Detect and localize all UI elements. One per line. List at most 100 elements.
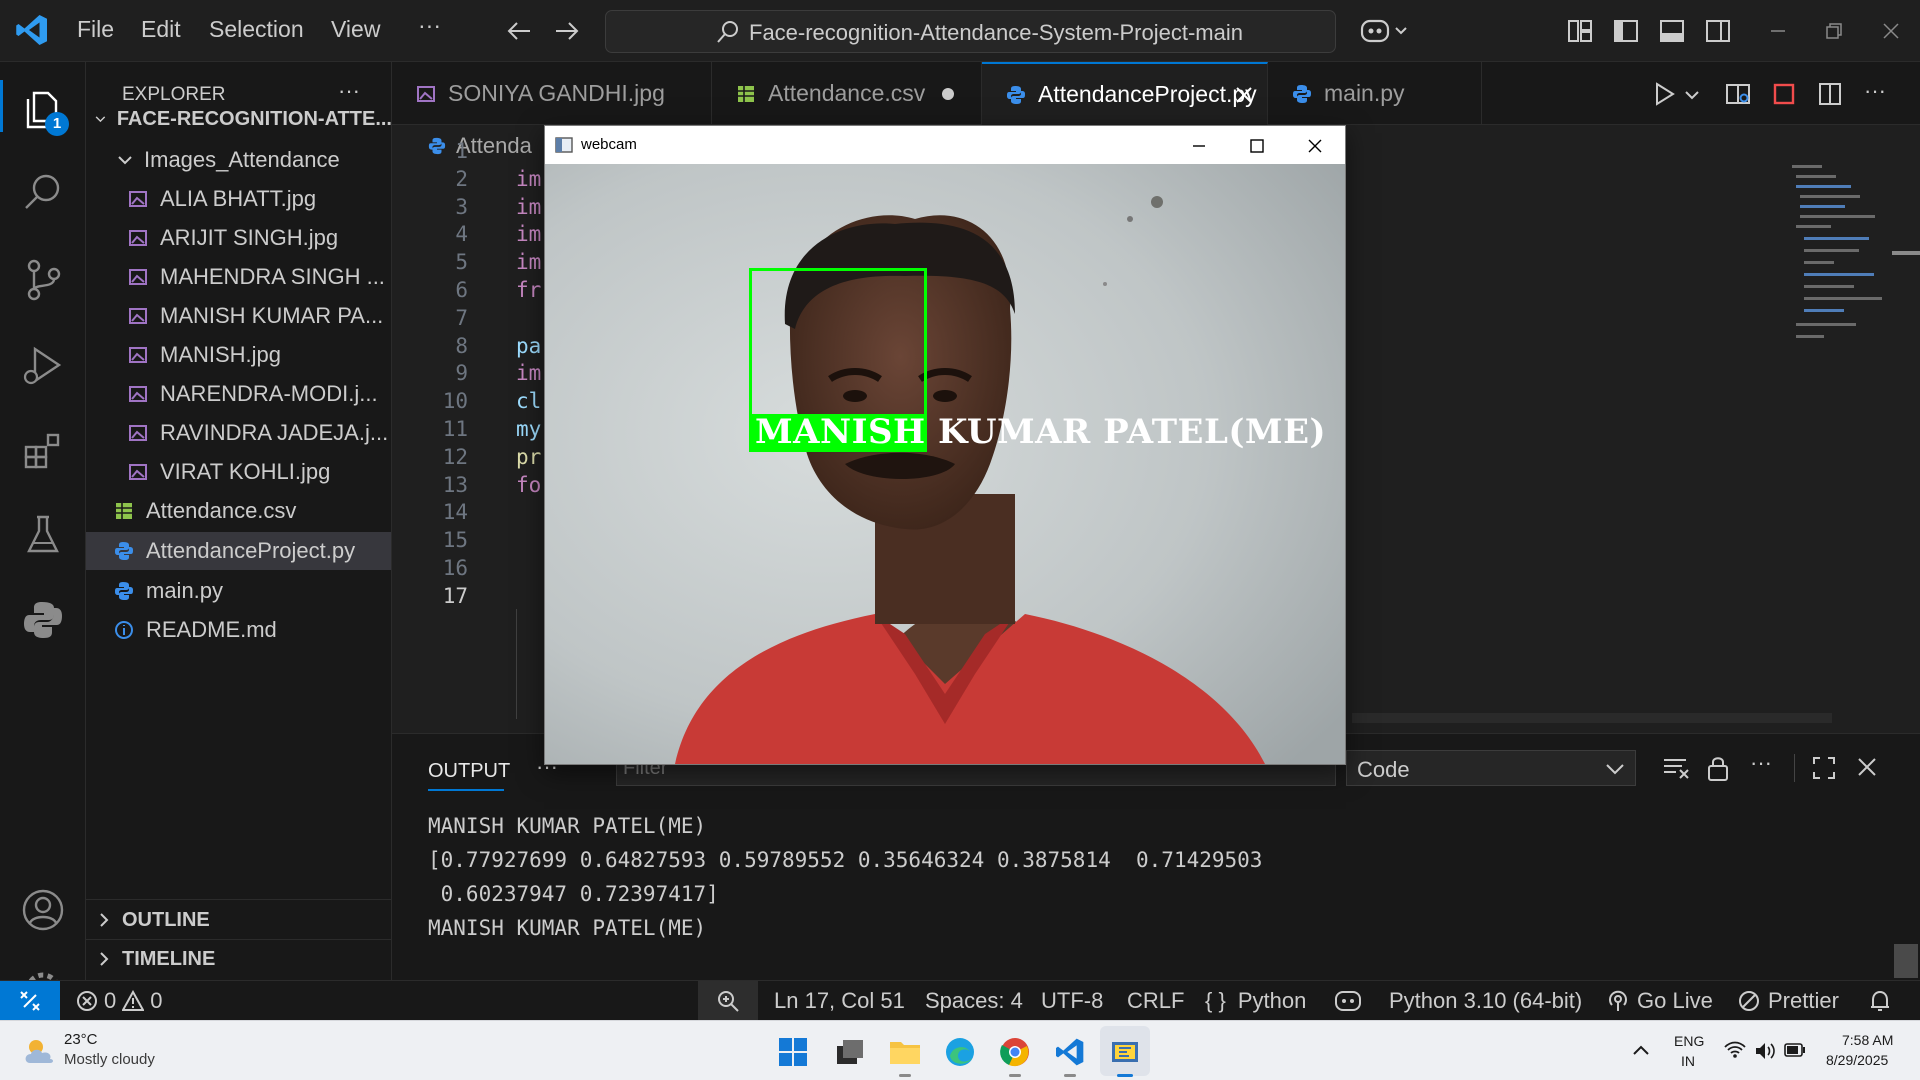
- file-item[interactable]: NARENDRA-MODI.j...: [86, 375, 391, 413]
- run-python-file-icon[interactable]: [1654, 82, 1676, 106]
- prettier-button[interactable]: Prettier: [1738, 988, 1839, 1014]
- folder-images-attendance[interactable]: Images_Attendance: [86, 141, 391, 179]
- webcam-window[interactable]: webcam MANISH KUMAR PATEL(ME): [544, 125, 1346, 765]
- explorer-activity[interactable]: 1: [0, 72, 86, 142]
- file-item[interactable]: main.py: [86, 572, 391, 610]
- extensions-activity[interactable]: [0, 415, 86, 485]
- minimize-icon[interactable]: [1767, 20, 1789, 42]
- outline-section[interactable]: OUTLINE: [86, 901, 391, 939]
- tab-main-py[interactable]: main.py: [1268, 62, 1482, 125]
- stop-icon[interactable]: [1772, 82, 1796, 106]
- split-editor-icon[interactable]: [1818, 82, 1842, 106]
- output-channel-select[interactable]: Code: [1346, 750, 1636, 786]
- toggle-secondary-sidebar-icon[interactable]: [1705, 19, 1731, 43]
- copilot-icon[interactable]: [1360, 17, 1408, 45]
- scrollbar-thumb[interactable]: [1892, 251, 1920, 255]
- chevron-up-icon[interactable]: [1632, 1043, 1650, 1057]
- file-item[interactable]: ARIJIT SINGH.jpg: [86, 219, 391, 257]
- close-icon[interactable]: [1307, 138, 1323, 154]
- timeline-section[interactable]: TIMELINE: [86, 940, 391, 978]
- close-window-icon[interactable]: [1880, 20, 1902, 42]
- file-item[interactable]: README.md: [86, 611, 391, 649]
- command-center-search[interactable]: Face-recognition-Attendance-System-Proje…: [605, 10, 1336, 53]
- chrome-browser-icon[interactable]: [999, 1036, 1031, 1068]
- indentation[interactable]: Spaces: 4: [925, 988, 1023, 1014]
- editor-more-button[interactable]: ···: [1864, 78, 1886, 104]
- end-of-line[interactable]: CRLF: [1127, 988, 1184, 1014]
- tab-attendance-csv[interactable]: Attendance.csv: [712, 62, 982, 125]
- open-preview-icon[interactable]: [1725, 81, 1751, 107]
- python-interpreter[interactable]: Python 3.10 (64-bit): [1389, 988, 1582, 1014]
- edge-browser-icon[interactable]: [944, 1036, 976, 1068]
- weather-temperature[interactable]: 23°C: [64, 1031, 98, 1048]
- search-activity[interactable]: [0, 157, 86, 227]
- remote-indicator[interactable]: [0, 981, 60, 1021]
- file-item[interactable]: MANISH KUMAR PA...: [86, 297, 391, 335]
- file-item[interactable]: VIRAT KOHLI.jpg: [86, 453, 391, 491]
- tab-attendance-project[interactable]: AttendanceProject.py: [982, 62, 1268, 125]
- python-activity[interactable]: [0, 585, 86, 655]
- minimap[interactable]: [1792, 165, 1892, 395]
- file-item[interactable]: RAVINDRA JADEJA.j...: [86, 414, 391, 452]
- panel-actions-more[interactable]: ···: [1750, 750, 1772, 776]
- customize-layout-icon[interactable]: [1567, 19, 1593, 43]
- minimize-icon[interactable]: [1191, 138, 1207, 154]
- file-explorer-icon[interactable]: [889, 1036, 921, 1066]
- close-tab-icon[interactable]: [1234, 85, 1254, 105]
- menu-more[interactable]: ···: [418, 12, 441, 39]
- encoding[interactable]: UTF-8: [1041, 988, 1103, 1014]
- menu-file[interactable]: File: [77, 16, 114, 43]
- vscode-taskbar-icon[interactable]: [1054, 1036, 1086, 1068]
- zoom-indicator[interactable]: [698, 981, 758, 1021]
- maximize-icon[interactable]: [1249, 138, 1265, 154]
- cursor-position[interactable]: Ln 17, Col 51: [774, 988, 905, 1014]
- copilot-status-icon[interactable]: [1334, 989, 1362, 1013]
- webcam-title-bar[interactable]: webcam: [545, 126, 1345, 164]
- tab-output[interactable]: OUTPUT: [428, 760, 510, 783]
- weather-condition[interactable]: Mostly cloudy: [64, 1051, 155, 1068]
- wifi-icon[interactable]: [1724, 1041, 1746, 1059]
- lock-icon[interactable]: [1706, 754, 1730, 782]
- file-item-selected[interactable]: AttendanceProject.py: [86, 532, 391, 570]
- input-region[interactable]: IN: [1681, 1053, 1695, 1069]
- clock-date[interactable]: 8/29/2025: [1826, 1052, 1888, 1068]
- volume-icon[interactable]: [1754, 1041, 1776, 1061]
- back-arrow-icon[interactable]: [506, 19, 532, 43]
- battery-icon[interactable]: [1784, 1043, 1806, 1057]
- task-view-icon[interactable]: [835, 1038, 865, 1066]
- forward-arrow-icon[interactable]: [554, 19, 580, 43]
- menu-edit[interactable]: Edit: [141, 16, 181, 43]
- close-panel-icon[interactable]: [1856, 756, 1878, 778]
- run-debug-activity[interactable]: [0, 330, 86, 400]
- clear-output-icon[interactable]: [1662, 756, 1690, 780]
- file-item[interactable]: MAHENDRA SINGH ...: [86, 258, 391, 296]
- input-language[interactable]: ENG: [1674, 1033, 1704, 1049]
- language-mode[interactable]: { } Python: [1205, 988, 1306, 1014]
- line-number: 6: [455, 278, 468, 302]
- unsaved-dot-icon[interactable]: [942, 88, 954, 100]
- clock-time[interactable]: 7:58 AM: [1842, 1032, 1893, 1048]
- toggle-primary-sidebar-icon[interactable]: [1613, 19, 1639, 43]
- workspace-root[interactable]: FACE-RECOGNITION-ATTE...: [86, 100, 391, 138]
- problems-indicator[interactable]: 0 0: [76, 988, 163, 1014]
- menu-selection[interactable]: Selection: [209, 16, 304, 43]
- tab-soniya-gandhi[interactable]: SONIYA GANDHI.jpg: [392, 62, 712, 125]
- toggle-panel-icon[interactable]: [1659, 19, 1685, 43]
- chevron-down-icon[interactable]: [1684, 89, 1700, 101]
- go-live-button[interactable]: Go Live: [1607, 988, 1713, 1014]
- accounts-activity[interactable]: [0, 875, 86, 945]
- file-item[interactable]: ALIA BHATT.jpg: [86, 180, 391, 218]
- explorer-badge: 1: [45, 112, 69, 136]
- weather-cloudy-icon[interactable]: [22, 1035, 58, 1067]
- menu-view[interactable]: View: [331, 16, 380, 43]
- horizontal-scrollbar[interactable]: [1352, 713, 1832, 723]
- output-scrollbar[interactable]: [1894, 944, 1918, 978]
- windows-start-icon[interactable]: [779, 1038, 807, 1066]
- source-control-activity[interactable]: [0, 245, 86, 315]
- testing-activity[interactable]: [0, 500, 86, 570]
- file-item[interactable]: Attendance.csv: [86, 492, 391, 530]
- bell-icon[interactable]: [1868, 989, 1892, 1013]
- restore-icon[interactable]: [1823, 20, 1845, 42]
- file-item[interactable]: MANISH.jpg: [86, 336, 391, 374]
- maximize-panel-icon[interactable]: [1812, 756, 1836, 780]
